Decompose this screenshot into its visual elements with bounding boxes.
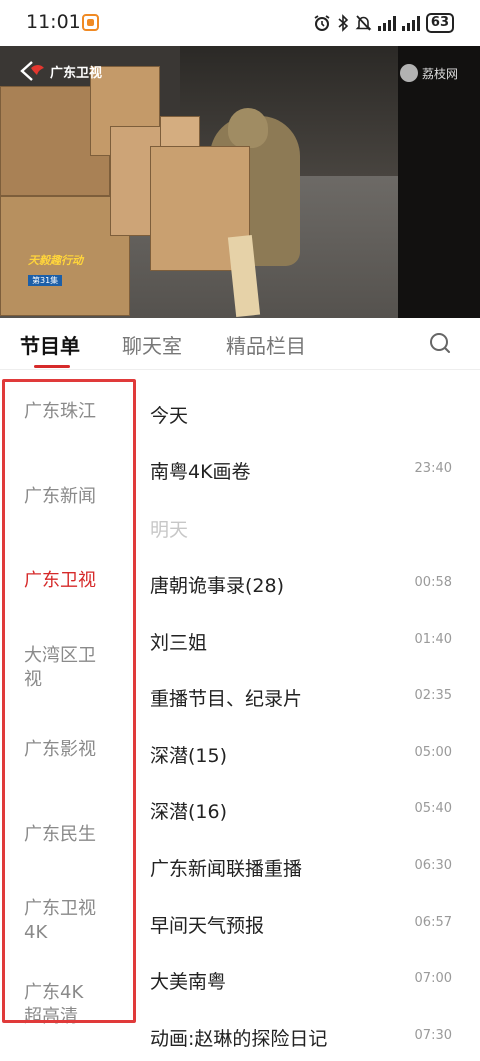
program-time: 06:57 bbox=[414, 915, 452, 930]
program-row[interactable]: 大美南粤 07:00 bbox=[150, 967, 452, 997]
program-row[interactable]: 早间天气预报 06:57 bbox=[150, 911, 452, 941]
tab-program-guide[interactable]: 节目单 bbox=[20, 330, 80, 359]
tab-bar: 节目单 聊天室 精品栏目 bbox=[0, 318, 480, 370]
day-header-tomorrow: 明天 bbox=[150, 519, 189, 541]
program-title: 早间天气预报 bbox=[150, 915, 265, 937]
bluetooth-icon bbox=[338, 14, 349, 32]
program-row[interactable]: 动画:赵琳的探险日记 07:30 bbox=[150, 1024, 452, 1054]
channel-item-greater-bay[interactable]: 大湾区卫视 bbox=[24, 644, 108, 692]
channel-item-film[interactable]: 广东影视 bbox=[24, 738, 116, 762]
program-row[interactable]: 深潜(15) 05:00 bbox=[150, 741, 452, 771]
program-time: 23:40 bbox=[414, 461, 452, 476]
program-title: 深潜(16) bbox=[150, 801, 228, 823]
program-row[interactable]: 唐朝诡事录(28) 00:58 bbox=[150, 571, 452, 601]
channel-list: 广东珠江 广东新闻 广东卫视 大湾区卫视 广东影视 广东民生 广东卫视4K 广东… bbox=[0, 371, 138, 1061]
watermark-text: 荔枝网 bbox=[421, 66, 458, 81]
status-time: 11:01 bbox=[26, 11, 81, 33]
watermark-logo-icon bbox=[399, 64, 418, 82]
program-time: 05:40 bbox=[414, 801, 452, 816]
day-header-today: 今天 bbox=[150, 405, 189, 427]
channel-item-livelihood[interactable]: 广东民生 bbox=[24, 823, 116, 847]
program-row[interactable]: 广东新闻联播重播 06:30 bbox=[150, 854, 452, 884]
program-time: 05:00 bbox=[414, 745, 452, 760]
mute-icon bbox=[355, 15, 372, 31]
program-row[interactable]: 深潜(16) 05:40 bbox=[150, 797, 452, 827]
program-row[interactable]: 南粤4K画卷 23:40 bbox=[150, 457, 452, 487]
program-time: 07:00 bbox=[414, 971, 452, 986]
channel-item-satellite-4k[interactable]: 广东卫视4K bbox=[24, 897, 108, 945]
video-scene-curtain bbox=[398, 46, 480, 318]
channel-logo-icon bbox=[20, 61, 44, 81]
video-scene-figure-head bbox=[228, 108, 268, 148]
show-logo-episode: 第31集 bbox=[28, 275, 63, 286]
signal-icon bbox=[377, 15, 396, 31]
channel-item-news[interactable]: 广东新闻 bbox=[24, 485, 116, 509]
program-time: 07:30 bbox=[414, 1028, 452, 1043]
channel-item-satellite[interactable]: 广东卫视 bbox=[24, 569, 116, 593]
tab-active-indicator bbox=[34, 365, 70, 368]
program-time: 02:35 bbox=[414, 688, 452, 703]
alarm-icon bbox=[314, 15, 330, 31]
search-icon[interactable] bbox=[428, 331, 452, 355]
signal-icon bbox=[401, 15, 420, 31]
program-title: 大美南粤 bbox=[150, 971, 227, 993]
battery-indicator: 63 bbox=[425, 13, 454, 33]
status-bar: 11:01 63 bbox=[0, 0, 480, 46]
program-title: 动画:赵琳的探险日记 bbox=[150, 1028, 328, 1050]
app-notification-icon bbox=[82, 14, 99, 31]
program-title: 刘三姐 bbox=[150, 632, 208, 654]
program-title: 唐朝诡事录(28) bbox=[150, 575, 285, 597]
tab-featured-shows[interactable]: 精品栏目 bbox=[226, 330, 306, 359]
program-row[interactable]: 重播节目、纪录片 02:35 bbox=[150, 684, 452, 714]
program-time: 06:30 bbox=[414, 858, 452, 873]
show-logo-title: 天毅趣行动 bbox=[28, 254, 83, 267]
program-title: 南粤4K画卷 bbox=[150, 461, 251, 483]
channel-item-4k-uhd[interactable]: 广东4K超高清 bbox=[24, 981, 94, 1029]
program-time: 00:58 bbox=[414, 575, 452, 590]
tab-chat-room[interactable]: 聊天室 bbox=[122, 330, 182, 359]
status-icons: 63 bbox=[313, 12, 454, 34]
program-schedule: 今天 南粤4K画卷 23:40 明天 唐朝诡事录(28) 00:58 刘三姐 0… bbox=[138, 371, 480, 1061]
show-logo: 天毅趣行动 第31集 bbox=[28, 252, 92, 286]
program-title: 重播节目、纪录片 bbox=[150, 688, 303, 710]
program-title: 深潜(15) bbox=[150, 745, 228, 767]
program-title: 广东新闻联播重播 bbox=[150, 858, 303, 880]
program-row[interactable]: 刘三姐 01:40 bbox=[150, 628, 452, 658]
video-player[interactable]: 广东卫视 荔枝网 天毅趣行动 第31集 bbox=[0, 46, 480, 318]
channel-item-zhujiang[interactable]: 广东珠江 bbox=[24, 400, 116, 424]
channel-logo-text: 广东卫视 bbox=[50, 65, 103, 81]
watermark: 荔枝网 bbox=[399, 64, 458, 82]
program-time: 01:40 bbox=[414, 632, 452, 647]
channel-logo: 广东卫视 bbox=[20, 60, 102, 82]
